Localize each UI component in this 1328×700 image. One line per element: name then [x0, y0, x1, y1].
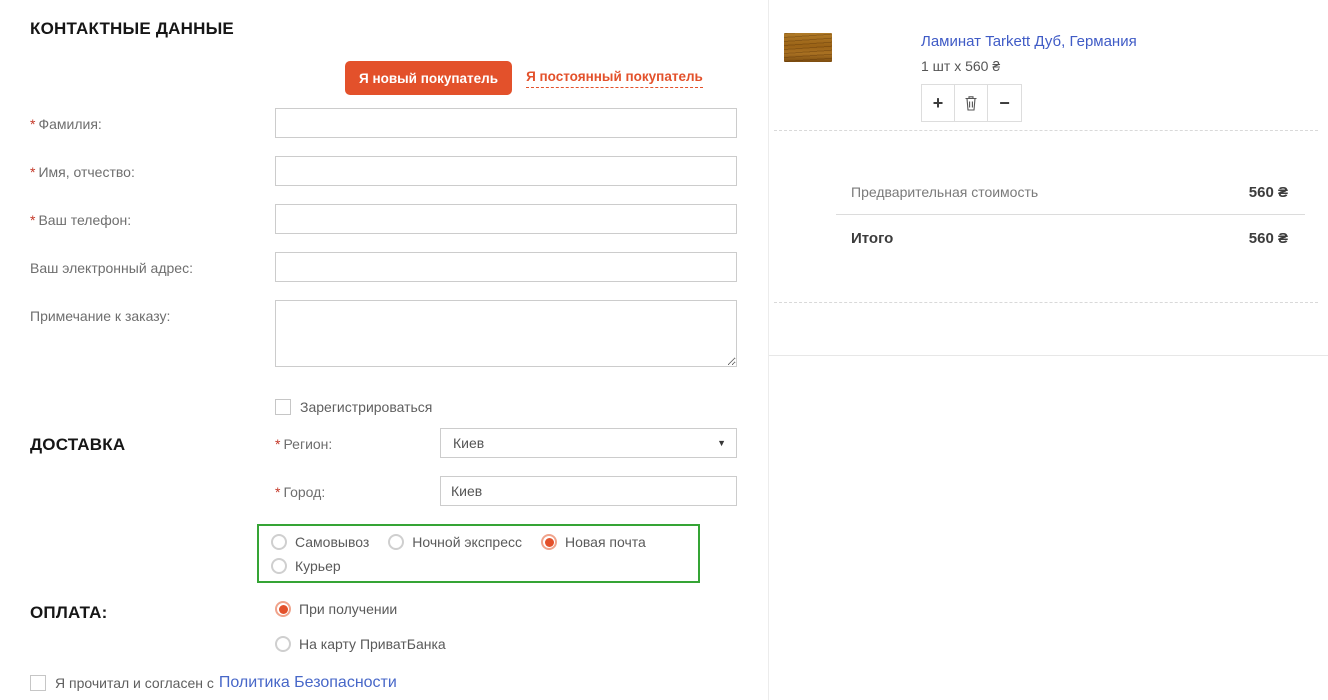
email-input[interactable]: [275, 252, 737, 282]
subtotal-value: 560 ₴: [1249, 184, 1288, 201]
region-row: ДОСТАВКА *Регион: Киев ▼: [30, 428, 768, 458]
email-label: Ваш электронный адрес:: [30, 252, 275, 282]
shipping-option-nova-poshta[interactable]: Новая почта: [541, 534, 646, 550]
firstname-input[interactable]: [275, 156, 737, 186]
radio-unchecked-icon[interactable]: [271, 558, 287, 574]
order-note-label: Примечание к заказу:: [30, 300, 275, 367]
delivery-section: ДОСТАВКА *Регион: Киев ▼ *Город: Самовыв…: [30, 428, 768, 583]
privacy-policy-link[interactable]: Политика Безопасности: [219, 674, 397, 692]
region-select-value: Киев: [453, 435, 484, 451]
plus-icon: +: [933, 93, 944, 114]
payment-options: При получении На карту ПриватБанка: [275, 601, 465, 671]
required-asterisk: *: [30, 212, 35, 228]
payment-heading: ОПЛАТА:: [30, 603, 107, 622]
increase-qty-button[interactable]: +: [922, 85, 955, 121]
required-asterisk: *: [30, 116, 35, 132]
total-value: 560 ₴: [1249, 230, 1288, 247]
checkbox-unchecked-icon[interactable]: [30, 675, 46, 691]
customer-type-tabs: Я новый покупатель Я постоянный покупате…: [345, 61, 768, 95]
order-summary: Ламинат Tarkett Дуб, Германия 1 шт x 560…: [769, 0, 1328, 356]
total-label: Итого: [851, 230, 893, 247]
radio-unchecked-icon[interactable]: [275, 636, 291, 652]
totals-block: Предварительная стоимость 560 ₴ Итого 56…: [769, 131, 1328, 247]
subtotal-row: Предварительная стоимость 560 ₴: [769, 184, 1328, 201]
checkout-form-column: КОНТАКТНЫЕ ДАННЫЕ Я новый покупатель Я п…: [0, 0, 768, 700]
remove-item-button[interactable]: [955, 85, 988, 121]
shipping-option-courier[interactable]: Курьер: [271, 558, 341, 574]
quantity-controls: + −: [921, 84, 1022, 122]
region-label: *Регион:: [275, 428, 440, 458]
radio-checked-icon[interactable]: [275, 601, 291, 617]
payment-section: ОПЛАТА: При получении На карту ПриватБан…: [30, 601, 768, 671]
lastname-label: *Фамилия:: [30, 108, 275, 138]
order-note-textarea[interactable]: [275, 300, 737, 367]
cart-item: Ламинат Tarkett Дуб, Германия 1 шт x 560…: [769, 0, 1328, 130]
payment-option-on-delivery[interactable]: При получении: [275, 601, 446, 617]
trash-icon: [964, 95, 978, 111]
city-input[interactable]: [440, 476, 737, 506]
totals-divider: [836, 214, 1305, 215]
required-asterisk: *: [30, 164, 35, 180]
phone-row: *Ваш телефон:: [30, 204, 768, 234]
product-image[interactable]: [784, 33, 832, 62]
payment-heading-cell: ОПЛАТА:: [30, 601, 275, 671]
region-select[interactable]: Киев ▼: [440, 428, 737, 458]
checkout-page: КОНТАКТНЫЕ ДАННЫЕ Я новый покупатель Я п…: [0, 0, 1328, 700]
agreement-row: Я прочитал и согласен с Политика Безопас…: [30, 674, 768, 692]
total-row: Итого 560 ₴: [769, 230, 1328, 247]
subtotal-label: Предварительная стоимость: [851, 184, 1038, 200]
delivery-heading: ДОСТАВКА: [30, 435, 125, 454]
payment-option-privatbank-card[interactable]: На карту ПриватБанка: [275, 636, 446, 652]
radio-checked-icon[interactable]: [541, 534, 557, 550]
required-asterisk: *: [275, 436, 280, 452]
phone-label: *Ваш телефон:: [30, 204, 275, 234]
required-asterisk: *: [275, 484, 280, 500]
delivery-heading-cell: ДОСТАВКА: [30, 428, 275, 458]
register-label: Зарегистрироваться: [300, 399, 432, 415]
minus-icon: −: [999, 93, 1010, 114]
agreement-text: Я прочитал и согласен с: [55, 675, 214, 691]
firstname-label: *Имя, отчество:: [30, 156, 275, 186]
lastname-row: *Фамилия:: [30, 108, 768, 138]
city-label: *Город:: [275, 476, 440, 506]
chevron-down-icon: ▼: [717, 438, 726, 448]
order-note-row: Примечание к заказу:: [30, 300, 768, 367]
contact-form: *Фамилия: *Имя, отчество: *Ваш телефон: …: [30, 108, 768, 415]
radio-unchecked-icon[interactable]: [271, 534, 287, 550]
firstname-row: *Имя, отчество:: [30, 156, 768, 186]
checkbox-unchecked-icon[interactable]: [275, 399, 291, 415]
email-row: Ваш электронный адрес:: [30, 252, 768, 282]
lastname-input[interactable]: [275, 108, 737, 138]
tab-returning-customer[interactable]: Я постоянный покупатель: [526, 69, 703, 88]
product-title-link[interactable]: Ламинат Tarkett Дуб, Германия: [921, 33, 1137, 50]
order-summary-panel: Ламинат Tarkett Дуб, Германия 1 шт x 560…: [768, 0, 1328, 700]
radio-unchecked-icon[interactable]: [388, 534, 404, 550]
decrease-qty-button[interactable]: −: [988, 85, 1021, 121]
shipping-option-night-express[interactable]: Ночной экспресс: [388, 534, 522, 550]
contact-data-heading: КОНТАКТНЫЕ ДАННЫЕ: [30, 19, 768, 39]
register-checkbox-row[interactable]: Зарегистрироваться: [275, 399, 768, 415]
summary-dashed-divider: [774, 302, 1318, 303]
shipping-option-pickup[interactable]: Самовывоз: [271, 534, 369, 550]
tab-new-customer[interactable]: Я новый покупатель: [345, 61, 512, 95]
city-row: *Город:: [30, 476, 768, 506]
product-qty-price: 1 шт x 560 ₴: [921, 58, 1137, 74]
shipping-options-box: Самовывоз Ночной экспресс Новая почта Ку…: [257, 524, 700, 583]
phone-input[interactable]: [275, 204, 737, 234]
